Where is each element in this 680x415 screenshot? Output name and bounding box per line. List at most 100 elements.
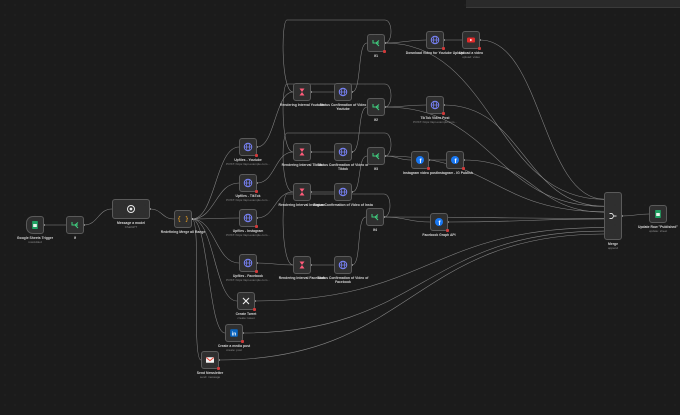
node-openai[interactable]: [112, 199, 150, 219]
if-icon: [370, 212, 380, 222]
warning-badge: [383, 50, 386, 53]
http-icon: [243, 142, 253, 152]
edge-merge_data-up_ig: [191, 217, 240, 220]
edge-if_yt-dl_yt: [384, 39, 427, 44]
workflow-connections: [43, 19, 650, 361]
node-sublabel: POST: https://api.example.com...: [413, 119, 457, 124]
edge-status_fb-if_fb: [351, 216, 367, 266]
node-update-sheet[interactable]: [649, 205, 667, 223]
if-icon: [371, 151, 381, 161]
node-sublabel: POST: https://api.example.com...: [226, 232, 270, 237]
node-sublabel: POST: https://api.example.com...: [226, 161, 270, 166]
edge-status_ig-if_ig: [351, 155, 368, 193]
edge-status_yt-if_yt: [351, 42, 368, 93]
node-if-ig[interactable]: [367, 147, 385, 165]
edge-up_yt-wait_yt: [256, 91, 294, 148]
http-icon: [338, 147, 348, 157]
sheets-icon: [30, 220, 40, 230]
node-label: Status Confirmation of Video Youtube: [319, 103, 367, 111]
svg-text:{ }: { }: [178, 215, 188, 223]
warning-badge: [253, 308, 256, 311]
warning-badge: [442, 112, 445, 115]
node-label: Facebook Graph API: [422, 233, 456, 237]
wait-icon: [297, 147, 307, 157]
if-icon: [371, 38, 381, 48]
warning-badge: [255, 270, 258, 273]
warning-badge: [427, 167, 430, 170]
linkedin-icon: in: [229, 328, 239, 338]
edge-fb_post-merge: [447, 218, 605, 223]
node-label: Redefining Merge all Range: [160, 230, 206, 234]
warning-badge: [255, 225, 258, 228]
node-sublabel: rowAdded: [28, 239, 42, 244]
wait-icon: [297, 260, 307, 270]
edge-merge_data-gmail: [191, 218, 202, 361]
edge-tt_post-merge: [443, 104, 605, 207]
node-merge[interactable]: [604, 192, 622, 240]
facebook-icon: f: [415, 155, 425, 165]
http-icon: [338, 87, 348, 97]
node-label: If4: [373, 228, 377, 232]
node-label: Instagram - IG Publish: [437, 171, 473, 175]
node-if-tt[interactable]: [367, 98, 385, 116]
warning-badge: [442, 47, 445, 50]
openai-icon: [126, 204, 136, 214]
node-label: If1: [374, 54, 378, 58]
node-merge-data[interactable]: { }: [174, 210, 192, 228]
edge-li_post-merge: [242, 230, 605, 334]
node-sublabel: send: message: [199, 374, 221, 379]
edge-up_fb-wait_fb: [256, 262, 294, 266]
edge-status_tt-if_tt: [351, 106, 368, 153]
warning-badge: [446, 229, 449, 232]
node-wait-fb[interactable]: [293, 256, 311, 274]
node-if-fb[interactable]: [366, 208, 384, 226]
warning-badge: [478, 47, 481, 50]
wait-icon: [297, 87, 307, 97]
node-label: Status Confirmation of Video of Insta: [313, 203, 373, 207]
node-status-tt[interactable]: [334, 143, 352, 161]
facebook-icon: f: [450, 155, 460, 165]
node-label: If2: [374, 118, 378, 122]
edge-merge_data-up_fb: [191, 218, 240, 264]
node-wait-yt[interactable]: [293, 83, 311, 101]
gmail-icon: [205, 355, 215, 365]
merge-icon: [608, 211, 618, 221]
warning-badge: [255, 154, 258, 157]
http-icon: [243, 178, 253, 188]
http-icon: [430, 35, 440, 45]
x-icon: [241, 296, 251, 306]
node-label: If: [73, 236, 77, 240]
edge-up_tt-wait_tt: [256, 151, 294, 184]
node-status-ig[interactable]: [334, 183, 352, 201]
http-icon: [338, 260, 348, 270]
wait-icon: [297, 187, 307, 197]
node-status-yt[interactable]: [334, 83, 352, 101]
node-sublabel: POST: https://api.example.com...: [226, 277, 270, 282]
code-icon: { }: [178, 214, 188, 224]
http-icon: [243, 258, 253, 268]
edge-gmail-merge: [218, 233, 605, 361]
sheets-icon: [653, 209, 663, 219]
node-sublabel: upload: video: [462, 54, 480, 59]
http-icon: [430, 100, 440, 110]
edge-if_tt-tt_post: [384, 104, 427, 108]
node-if1[interactable]: [66, 216, 84, 234]
warning-badge: [241, 340, 244, 343]
svg-text:in: in: [232, 331, 236, 337]
facebook-icon: f: [434, 217, 444, 227]
node-wait-ig[interactable]: [293, 183, 311, 201]
node-sublabel: update: sheet: [648, 228, 668, 233]
if-icon: [70, 220, 80, 230]
workflow-canvas[interactable]: Google Sheets Trigger rowAdded If Message a…: [0, 0, 680, 415]
edge-if_fb-fb_post: [383, 216, 431, 223]
node-wait-tt[interactable]: [293, 143, 311, 161]
node-sublabel: ChatGPT: [124, 224, 138, 229]
http-icon: [338, 187, 348, 197]
http-icon: [243, 213, 253, 223]
node-gsheets[interactable]: [26, 216, 44, 234]
edge-yt_upload-merge: [479, 39, 605, 200]
edge-openai-merge_data: [149, 208, 175, 220]
node-sublabel: append: [607, 245, 618, 250]
node-status-fb[interactable]: [334, 256, 352, 274]
edge-if_fb-merge: [383, 216, 605, 219]
